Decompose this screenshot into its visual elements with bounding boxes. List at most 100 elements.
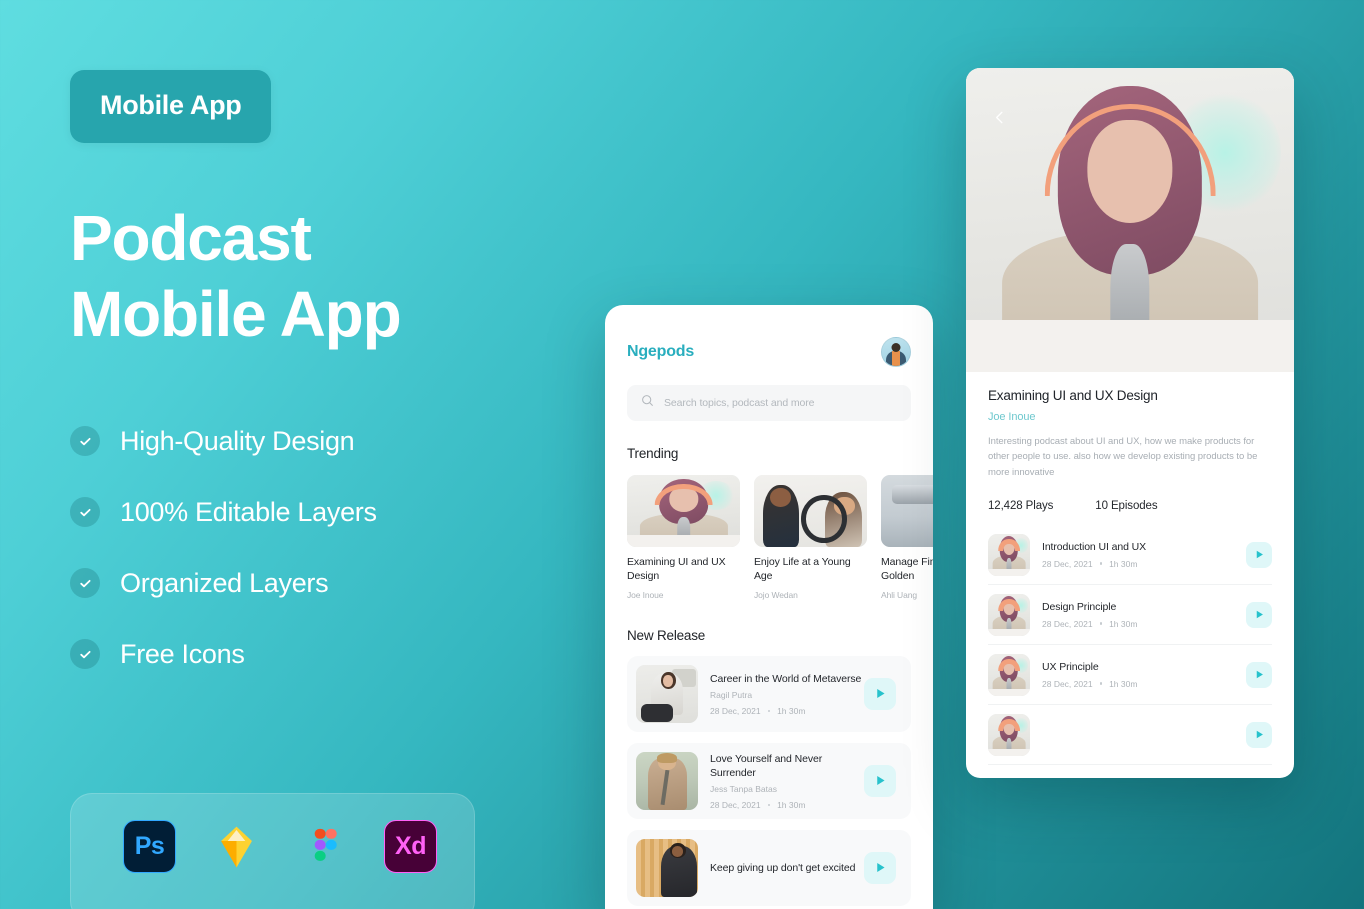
meta-separator-dot — [767, 803, 771, 807]
episode-author: Jess Tanpa Batas — [710, 783, 777, 794]
feature-item: High-Quality Design — [70, 414, 570, 468]
play-icon — [876, 689, 885, 699]
episode-author: Ragil Putra — [710, 689, 753, 700]
play-button[interactable] — [1246, 661, 1272, 688]
play-icon — [876, 863, 885, 873]
podcast-detail-mockup: Examining UI and UX Design Joe Inoue Int… — [966, 68, 1294, 778]
play-button[interactable] — [1246, 541, 1272, 568]
episode-row[interactable]: UX Principle 28 Dec, 2021 1h 30m — [988, 645, 1272, 706]
episode-thumbnail — [988, 653, 1030, 696]
trending-card[interactable]: Manage Finance in the Golden Ahli Uang — [881, 475, 933, 600]
search-placeholder: Search topics, podcast and more — [664, 397, 815, 409]
section-title-new-release: New Release — [627, 627, 706, 643]
feature-label: Organized Layers — [120, 567, 329, 598]
trending-card-author: Jojo Wedan — [754, 589, 798, 600]
trending-card[interactable]: Examining UI and UX Design Joe Inoue — [627, 475, 740, 600]
episode-date: 28 Dec, 2021 — [710, 705, 761, 716]
back-button[interactable] — [988, 106, 1010, 128]
mobile-app-badge: Mobile App — [70, 70, 272, 143]
promo-panel: Mobile App Podcast Mobile App High-Quali… — [70, 70, 570, 698]
episode-meta: 28 Dec, 2021 1h 30m — [1042, 679, 1246, 689]
feature-label: High-Quality Design — [120, 425, 355, 456]
photoshop-icon: Ps — [123, 820, 176, 873]
headline-line-1: Podcast — [70, 202, 312, 274]
episode-date: 28 Dec, 2021 — [710, 799, 761, 810]
episode-duration: 1h 30m — [777, 799, 806, 810]
episode-meta: 28 Dec, 2021 1h 30m — [1042, 559, 1246, 569]
episode-thumbnail — [988, 593, 1030, 636]
search-icon — [641, 394, 654, 412]
headline-line-2: Mobile App — [70, 277, 402, 350]
meta-separator-dot — [767, 709, 771, 712]
chevron-left-icon — [995, 111, 1002, 123]
podcast-cover-image — [881, 475, 933, 547]
episode-duration: 1h 30m — [1109, 678, 1138, 689]
episode-meta: 28 Dec, 2021 1h 30m — [710, 800, 864, 810]
feature-item: Free Icons — [70, 627, 570, 681]
episode-thumbnail — [636, 751, 698, 810]
episode-row[interactable] — [988, 705, 1272, 766]
episode-title: Keep giving up don't get excited — [710, 861, 856, 874]
episode-duration: 1h 30m — [1109, 558, 1138, 569]
play-icon — [1256, 550, 1263, 559]
episode-duration: 1h 30m — [777, 705, 806, 716]
play-button[interactable] — [864, 677, 896, 710]
episode-thumbnail — [636, 664, 698, 723]
meta-separator-dot — [1099, 622, 1103, 625]
plays-count: 12,428 Plays — [988, 500, 1054, 513]
avatar[interactable] — [881, 337, 911, 367]
feature-list: High-Quality Design 100% Editable Layers… — [70, 414, 570, 681]
episode-meta: 28 Dec, 2021 1h 30m — [710, 706, 864, 716]
play-icon — [1256, 610, 1263, 619]
check-circle-icon — [70, 426, 100, 457]
episodes-count: 10 Episodes — [1095, 500, 1158, 513]
list-item[interactable]: Keep giving up don't get excited — [627, 829, 911, 906]
play-button[interactable] — [1246, 721, 1272, 748]
play-icon — [876, 776, 885, 786]
feature-item: Organized Layers — [70, 556, 570, 610]
list-item[interactable]: Career in the World of Metaverse Ragil P… — [627, 655, 911, 732]
episode-date: 28 Dec, 2021 — [1042, 558, 1093, 569]
episode-duration: 1h 30m — [1109, 618, 1138, 629]
adobe-xd-icon: Xd — [384, 820, 437, 873]
home-app-bar: Ngepods — [605, 305, 933, 367]
sketch-icon — [210, 820, 263, 873]
new-release-list: Career in the World of Metaverse Ragil P… — [627, 655, 911, 906]
podcast-title: Examining UI and UX Design — [988, 388, 1158, 403]
search-input[interactable]: Search topics, podcast and more — [627, 385, 911, 421]
feature-label: 100% Editable Layers — [120, 496, 377, 527]
page-title: Podcast Mobile App — [70, 201, 570, 352]
podcast-author[interactable]: Joe Inoue — [988, 411, 1272, 423]
podcast-cover-image — [754, 475, 867, 547]
episode-title: Career in the World of Metaverse — [710, 672, 862, 685]
podcast-description: Interesting podcast about UI and UX, how… — [988, 436, 1258, 478]
check-circle-icon — [70, 568, 100, 599]
figma-icon — [297, 820, 350, 873]
home-screen-mockup: Ngepods Search topics, podcast and more … — [605, 305, 933, 909]
play-button[interactable] — [1246, 601, 1272, 628]
episode-row[interactable]: Design Principle 28 Dec, 2021 1h 30m — [988, 585, 1272, 646]
episode-title: Introduction UI and UX — [1042, 540, 1147, 553]
trending-card[interactable]: Enjoy Life at a Young Age Jojo Wedan — [754, 475, 867, 600]
episode-thumbnail — [636, 838, 698, 897]
episode-date: 28 Dec, 2021 — [1042, 618, 1093, 629]
meta-separator-dot — [1099, 682, 1103, 685]
podcast-detail-info: Examining UI and UX Design Joe Inoue Int… — [966, 372, 1294, 766]
trending-card-author: Joe Inoue — [627, 589, 664, 600]
meta-separator-dot — [1099, 562, 1103, 565]
episode-list: Introduction UI and UX 28 Dec, 2021 1h 3… — [988, 525, 1272, 766]
app-brand-logo: Ngepods — [627, 343, 695, 360]
play-button[interactable] — [864, 851, 896, 884]
trending-card-title: Manage Finance in the Golden — [881, 556, 933, 582]
trending-card-title: Enjoy Life at a Young Age — [754, 556, 851, 582]
section-title-trending: Trending — [627, 446, 679, 461]
episode-meta: 28 Dec, 2021 1h 30m — [1042, 619, 1246, 629]
feature-label: Free Icons — [120, 638, 245, 669]
episode-thumbnail — [988, 533, 1030, 576]
episode-row[interactable]: Introduction UI and UX 28 Dec, 2021 1h 3… — [988, 525, 1272, 586]
play-button[interactable] — [864, 764, 896, 797]
trending-carousel[interactable]: Examining UI and UX Design Joe Inoue Enj… — [627, 475, 933, 600]
podcast-cover-image — [627, 475, 740, 547]
software-icon-tray: Ps Xd — [70, 793, 475, 909]
list-item[interactable]: Love Yourself and Never Surrender Jess T… — [627, 742, 911, 819]
